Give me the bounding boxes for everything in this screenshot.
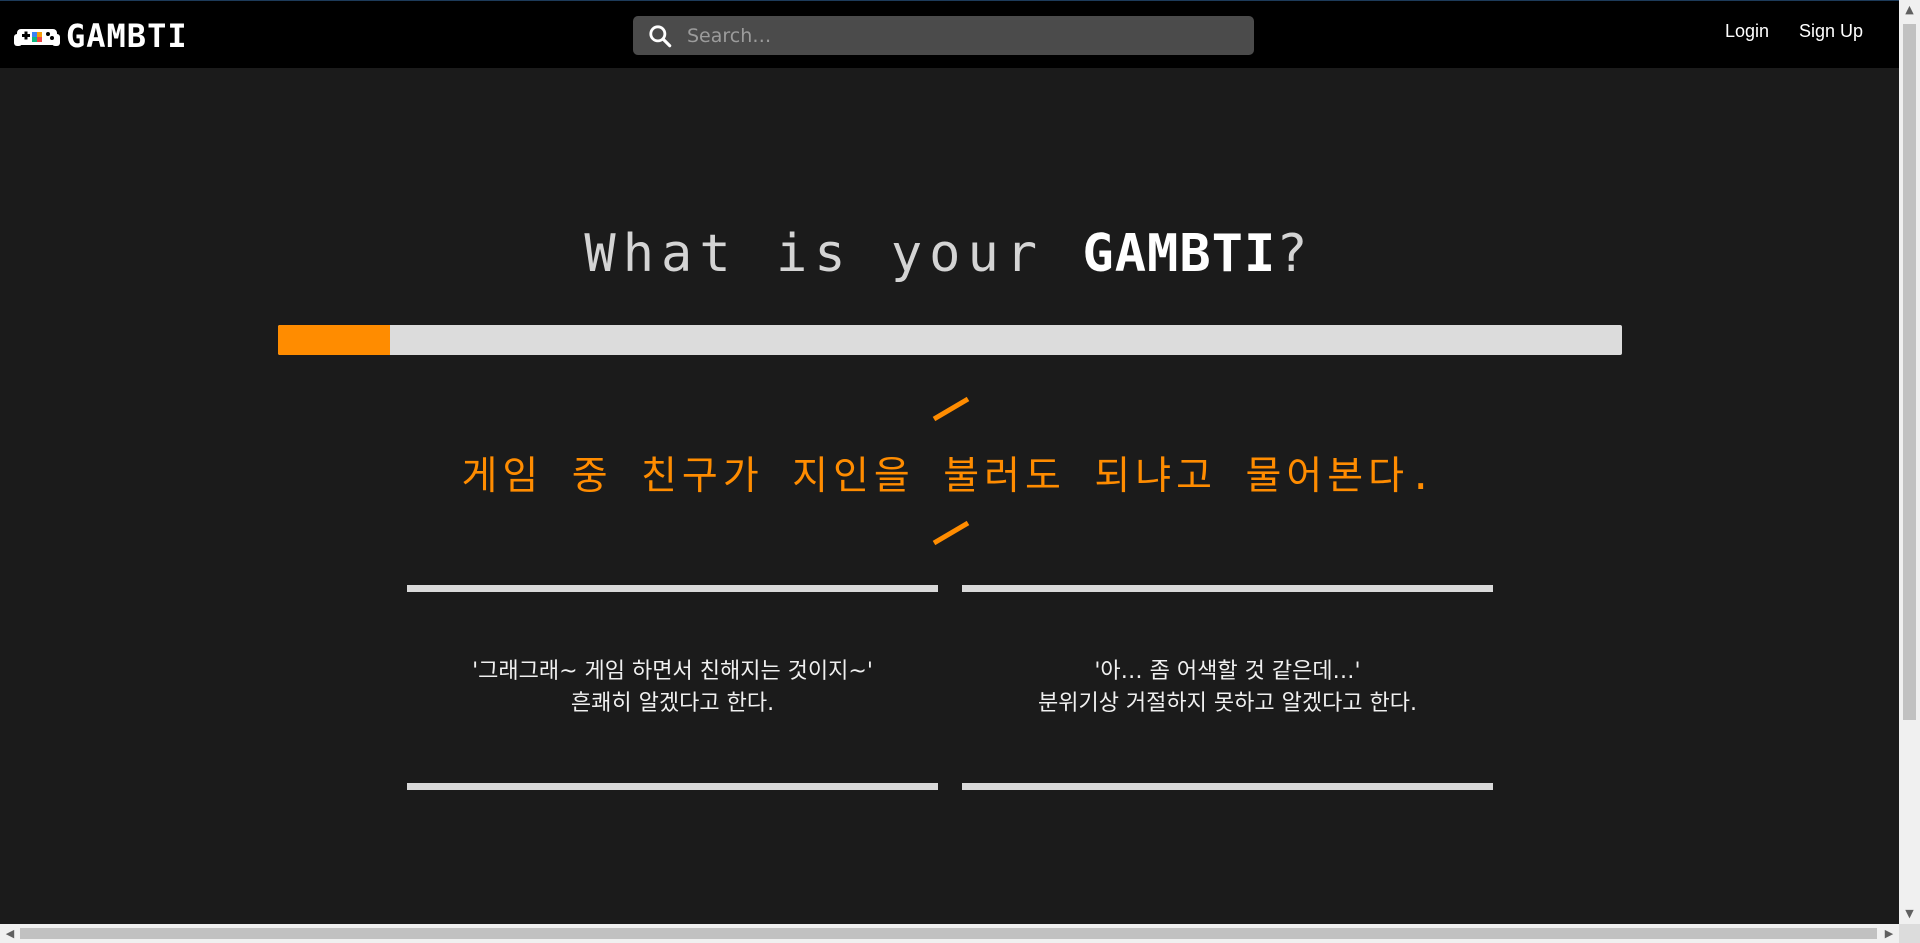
answer-a-line1: '그래그래~ 게임 하면서 친해지는 것이지~' <box>472 658 873 684</box>
signup-link[interactable]: Sign Up <box>1799 21 1863 42</box>
answer-a-line2: 흔쾌히 알겠다고 한다. <box>570 690 775 716</box>
accent-dash-top <box>932 396 970 422</box>
logo[interactable]: GAMBTI <box>14 19 188 53</box>
title-suffix: ? <box>1276 224 1315 284</box>
answer-b-text: '아… 좀 어색할 것 같은데…' 분위기상 거절하지 못하고 알겠다고 한다. <box>1038 656 1417 720</box>
accent-dash-bottom <box>932 520 970 546</box>
question-text: 게임 중 친구가 지인을 불러도 되냐고 물어본다. <box>461 454 1438 499</box>
title-prefix: What is your <box>584 224 1083 284</box>
title-brand: GAMBTI <box>1082 224 1277 284</box>
answer-option-a[interactable]: '그래그래~ 게임 하면서 친해지는 것이지~' 흔쾌히 알겠다고 한다. <box>407 585 938 790</box>
progress-bar <box>278 325 1622 355</box>
search-bar <box>633 16 1254 55</box>
search-input[interactable] <box>685 23 1254 48</box>
answer-b-line1: '아… 좀 어색할 것 같은데…' <box>1094 658 1361 684</box>
scrollbar-corner <box>1899 924 1920 943</box>
login-link[interactable]: Login <box>1725 21 1769 42</box>
gamepad-icon <box>14 29 60 46</box>
logo-text: GAMBTI <box>66 17 188 55</box>
answer-b-line2: 분위기상 거절하지 못하고 알겠다고 한다. <box>1037 690 1418 716</box>
scroll-down-arrow-icon[interactable]: ▼ <box>1899 904 1920 924</box>
progress-fill <box>278 325 390 355</box>
scroll-right-arrow-icon[interactable]: ▶ <box>1879 924 1899 943</box>
horizontal-scroll-thumb[interactable] <box>20 928 1877 939</box>
horizontal-scrollbar[interactable]: ◀ ▶ <box>0 924 1899 943</box>
page-title: What is your GAMBTI? <box>0 224 1899 284</box>
answer-a-text: '그래그래~ 게임 하면서 친해지는 것이지~' 흔쾌히 알겠다고 한다. <box>472 656 873 720</box>
vertical-scroll-thumb[interactable] <box>1903 24 1916 720</box>
scroll-left-arrow-icon[interactable]: ◀ <box>0 924 20 943</box>
scroll-up-arrow-icon[interactable]: ▲ <box>1899 0 1920 20</box>
top-navbar: GAMBTI Login Sign Up <box>0 0 1899 68</box>
search-icon <box>649 24 672 47</box>
vertical-scrollbar[interactable]: ▲ ▼ <box>1899 0 1920 924</box>
answer-option-b[interactable]: '아… 좀 어색할 것 같은데…' 분위기상 거절하지 못하고 알겠다고 한다. <box>962 585 1493 790</box>
